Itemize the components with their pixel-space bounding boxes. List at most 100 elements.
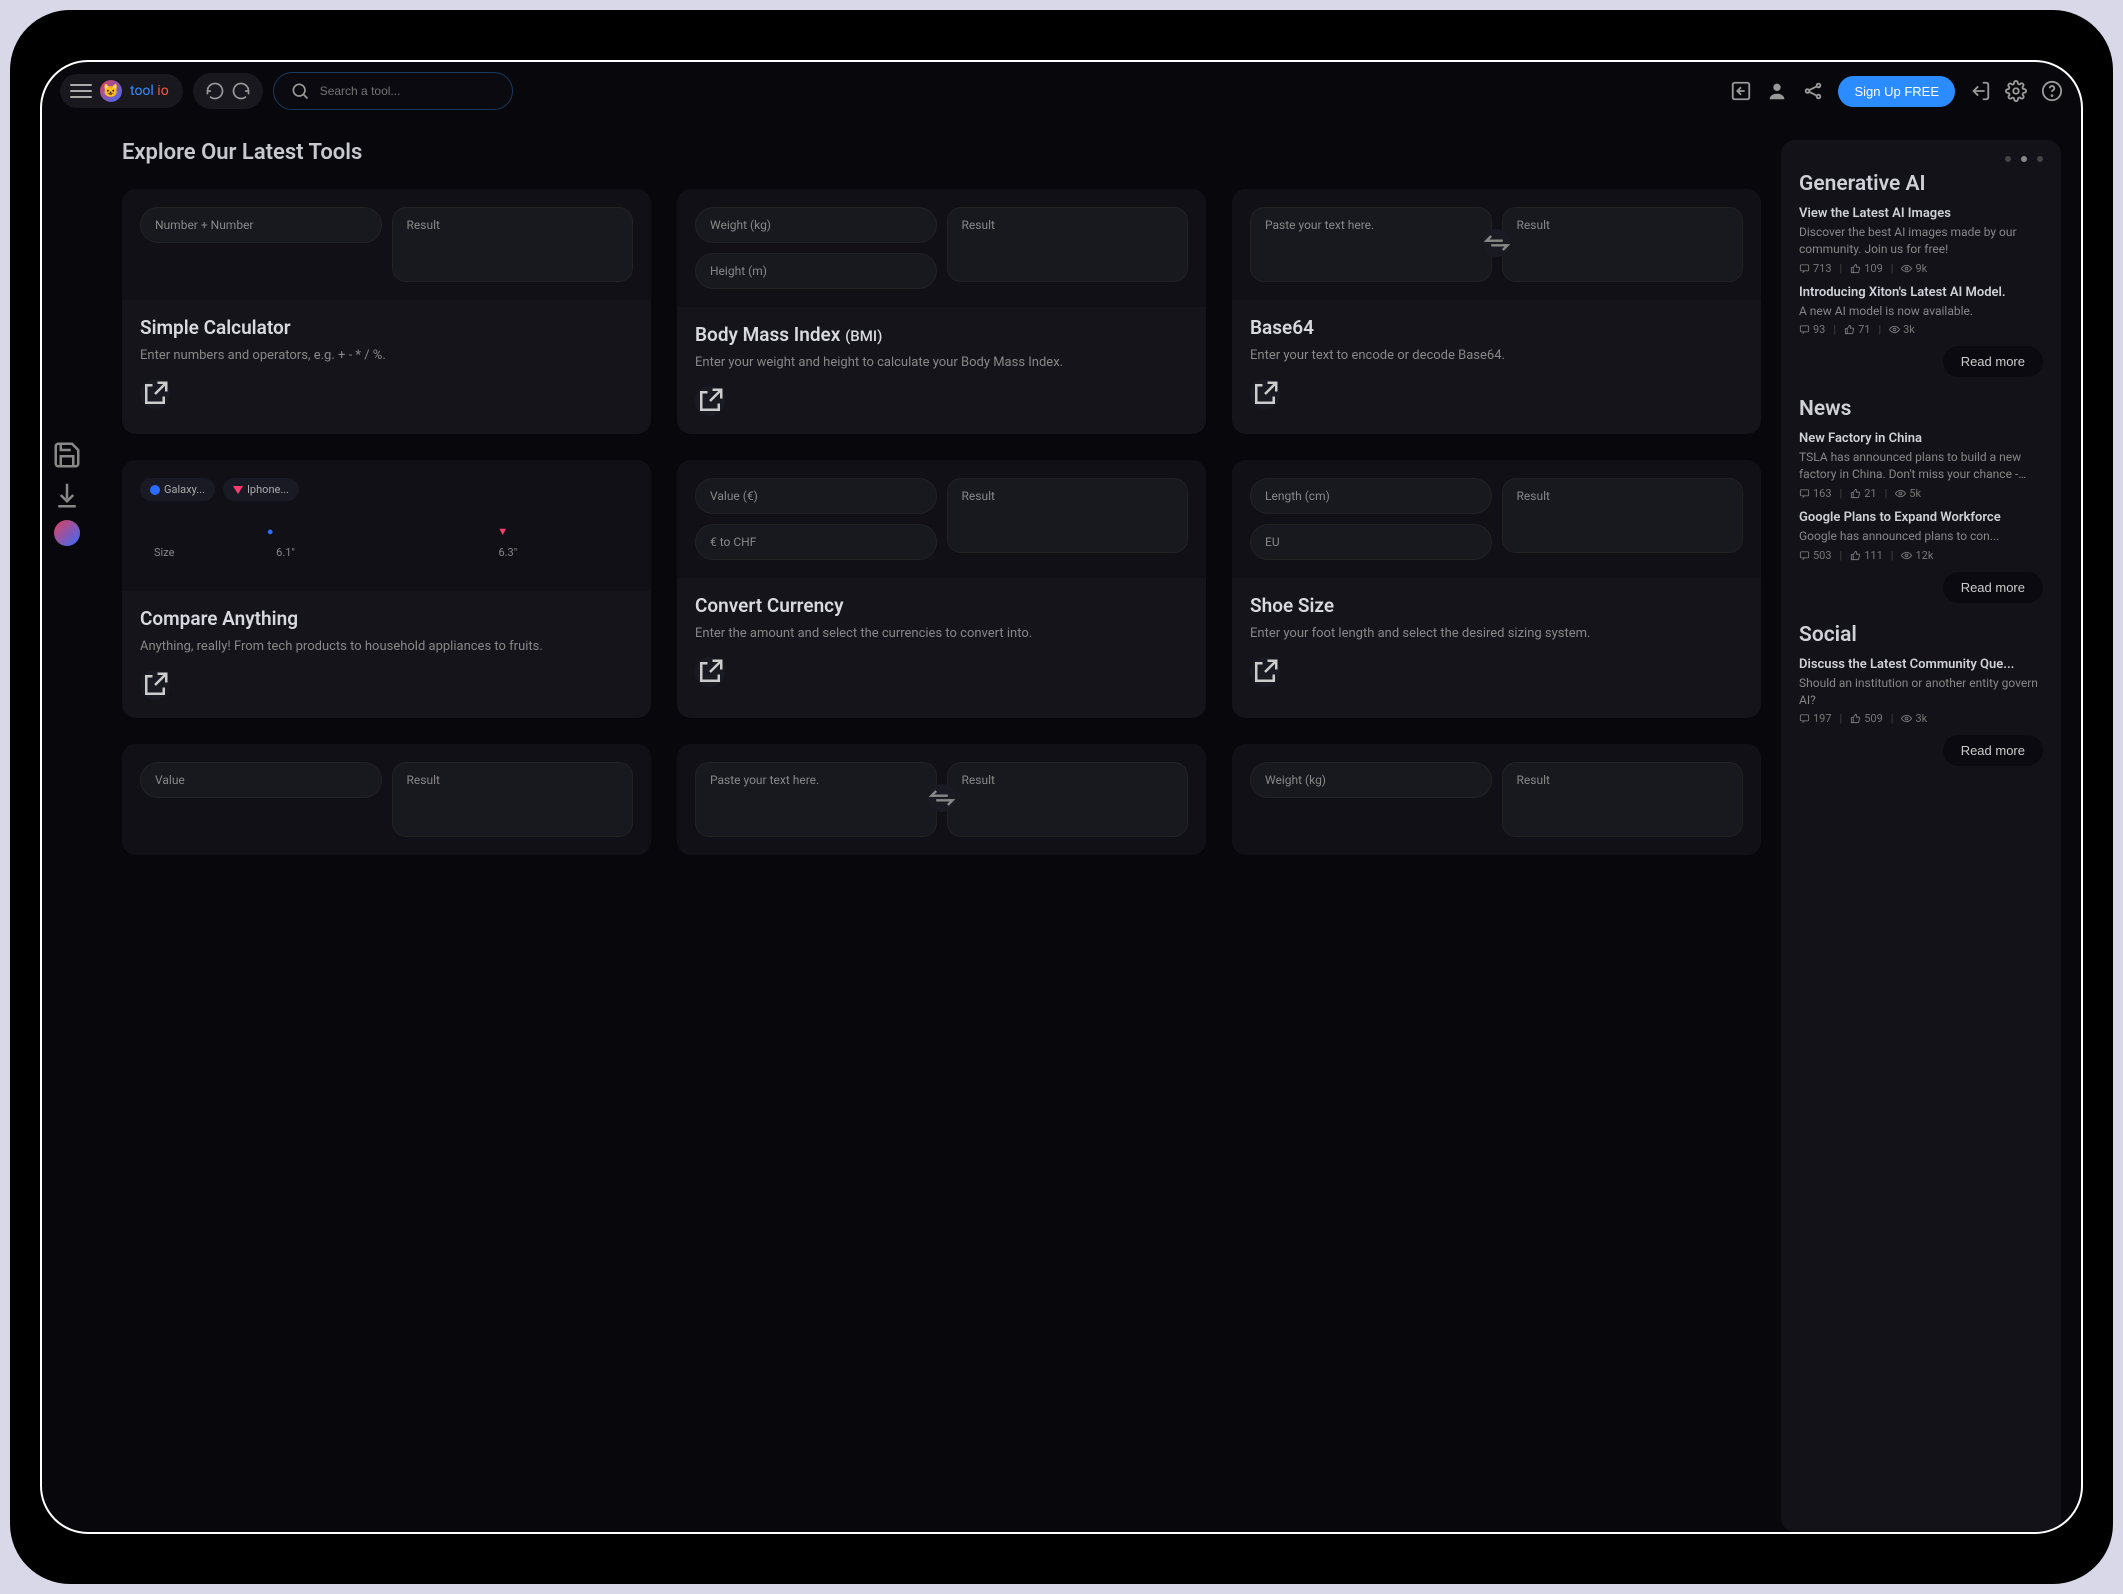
result-pill: Result [1502,478,1744,553]
compare-chip[interactable]: Galaxy... [140,478,215,501]
result-pill: Result [947,207,1189,282]
card-preview: Value Result [122,744,651,855]
read-more-button[interactable]: Read more [1943,735,2043,766]
undo-button[interactable] [205,81,225,101]
sidebar-item-title: Discuss the Latest Community Que... [1799,657,2043,672]
input-pill[interactable]: Paste your text here. [695,762,937,837]
tool-card[interactable]: Weight (kg) Height (m) Result Body Mass … [677,189,1206,434]
result-pill: Result [392,207,634,282]
likes-stat: 509 [1850,712,1883,725]
tool-card[interactable]: Paste your text here. Result [677,744,1206,855]
card-desc: Enter numbers and operators, e.g. + - * … [140,347,633,365]
sidebar-item-title: New Factory in China [1799,431,2043,446]
result-pill: Result [1502,762,1744,837]
settings-icon[interactable] [2005,80,2027,102]
result-pill: Result [947,478,1189,553]
sidebar-item[interactable]: View the Latest AI Images Discover the b… [1799,206,2043,275]
card-title: Base64 [1250,316,1743,339]
tool-card[interactable]: Number + Number Result Simple Calculator… [122,189,651,434]
input-pill[interactable]: Value [140,762,382,798]
comments-stat: 93 [1799,323,1825,336]
input-pill[interactable]: Weight (kg) [695,207,937,243]
tools-grid: Number + Number Result Simple Calculator… [122,189,1761,855]
open-button[interactable] [1250,657,1280,687]
outer-frame: 😺 tool io [0,0,2123,1594]
help-icon[interactable] [2041,80,2063,102]
tools-section: Explore Our Latest Tools Number + Number… [122,140,1761,1532]
tool-card[interactable]: Length (cm) EU Result Shoe Size Enter yo… [1232,460,1761,718]
red-triangle-icon [233,486,243,494]
open-button[interactable] [695,386,725,416]
views-stat: 3k [1889,323,1915,336]
rail-logo-icon[interactable] [54,520,80,546]
login-icon[interactable] [1969,80,1991,102]
input-pill[interactable]: Weight (kg) [1250,762,1492,798]
card-preview: Value (€) € to CHF Result [677,460,1206,578]
open-button[interactable] [1250,379,1280,409]
share-icon[interactable] [1802,80,1824,102]
sidebar-item[interactable]: Google Plans to Expand Workforce Google … [1799,510,2043,562]
tool-card[interactable]: Galaxy... Iphone... ●▼ Size6.1"6.3" Comp… [122,460,651,718]
screen: 😺 tool io [40,60,2083,1534]
sidebar-item[interactable]: Introducing Xiton's Latest AI Model. A n… [1799,285,2043,337]
sidebar-item-desc: TSLA has announced plans to build a new … [1799,449,2043,483]
dot-3[interactable] [2037,156,2043,162]
card-title: Convert Currency [695,594,1188,617]
tool-card[interactable]: Value (€) € to CHF Result Convert Curren… [677,460,1206,718]
compare-chip[interactable]: Iphone... [223,478,299,501]
input-pill[interactable]: Number + Number [140,207,382,243]
comments-stat: 713 [1799,262,1832,275]
input-pill[interactable]: Value (€) [695,478,937,514]
comments-stat: 197 [1799,712,1832,725]
device-frame: 😺 tool io [10,10,2113,1584]
sidebar-item-stats: 197 | 509 | 3k [1799,712,2043,725]
search-icon [290,81,310,101]
redo-button[interactable] [231,81,251,101]
tool-card[interactable]: Value Result [122,744,651,855]
user-icon[interactable] [1766,80,1788,102]
read-more-button[interactable]: Read more [1943,346,2043,377]
card-desc: Enter your weight and height to calculat… [695,354,1188,372]
sidebar-item[interactable]: New Factory in China TSLA has announced … [1799,431,2043,500]
tool-card[interactable]: Weight (kg) Result [1232,744,1761,855]
sidebar: Generative AI View the Latest AI Images … [1781,140,2061,1532]
menu-button[interactable] [70,80,92,102]
search-bar[interactable] [273,72,513,110]
tool-card[interactable]: Paste your text here. Result Base64 Ente… [1232,189,1761,434]
sidebar-item[interactable]: Discuss the Latest Community Que... Shou… [1799,657,2043,726]
content: Explore Our Latest Tools Number + Number… [92,120,2081,1532]
edit-icon[interactable] [1730,80,1752,102]
card-title: Simple Calculator [140,316,633,339]
views-stat: 5k [1895,487,1921,500]
save-icon[interactable] [52,440,82,470]
card-preview: Number + Number Result [122,189,651,300]
input-pill[interactable]: € to CHF [695,524,937,560]
read-more-button[interactable]: Read more [1943,572,2043,603]
sidebar-item-desc: Should an institution or another entity … [1799,675,2043,709]
signup-button[interactable]: Sign Up FREE [1838,76,1955,107]
dot-1[interactable] [2005,156,2011,162]
input-pill[interactable]: Length (cm) [1250,478,1492,514]
card-desc: Enter the amount and select the currenci… [695,625,1188,643]
sidebar-item-stats: 713 | 109 | 9k [1799,262,2043,275]
input-pill[interactable]: EU [1250,524,1492,560]
sidebar-item-stats: 163 | 21 | 5k [1799,487,2043,500]
pagination-dots [1799,156,2043,162]
dot-2[interactable] [2021,156,2027,162]
sidebar-heading: Social [1799,623,2043,647]
open-button[interactable] [140,379,170,409]
swap-icon[interactable] [928,784,956,812]
search-input[interactable] [320,84,475,98]
card-preview: Weight (kg) Result [1232,744,1761,855]
sidebar-heading: News [1799,397,2043,421]
input-pill[interactable]: Paste your text here. [1250,207,1492,282]
input-pill[interactable]: Height (m) [695,253,937,289]
download-icon[interactable] [52,480,82,510]
comments-stat: 503 [1799,549,1832,562]
open-button[interactable] [695,657,725,687]
swap-icon[interactable] [1483,229,1511,257]
open-button[interactable] [140,670,170,700]
card-preview: Paste your text here. Result [1232,189,1761,300]
sidebar-item-desc: Discover the best AI images made by our … [1799,224,2043,258]
top-bar: 😺 tool io [42,62,2081,120]
